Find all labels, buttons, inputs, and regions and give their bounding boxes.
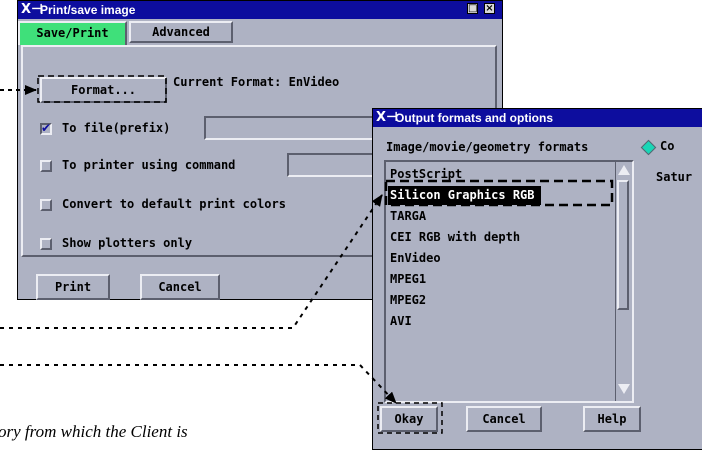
print-button-label: Print (54, 280, 92, 294)
scroll-thumb[interactable] (617, 180, 629, 310)
to-file-label: To file(prefix) (62, 121, 171, 135)
to-printer-label: To printer using command (62, 158, 236, 172)
print-button[interactable]: Print (36, 274, 110, 300)
formats-list[interactable]: PostScript Silicon Graphics RGB TARGA CE… (384, 160, 634, 403)
format-button[interactable]: Format... (40, 77, 167, 103)
scroll-down-arrow-icon[interactable] (618, 384, 630, 394)
window-title: Print/save image (40, 3, 136, 17)
tab-save-print[interactable]: Save/Print (18, 21, 127, 45)
show-plotters-label: Show plotters only (62, 236, 193, 250)
list-item[interactable]: PostScript (390, 165, 462, 184)
tab-advanced-label: Advanced (152, 25, 210, 39)
to-file-checkbox[interactable]: ✔ (40, 121, 52, 135)
formats-list-header: Image/movie/geometry formats (386, 140, 589, 154)
to-printer-checkbox[interactable] (40, 160, 52, 172)
output-formats-titlebar[interactable]: X⊣ Output formats and options (373, 109, 702, 127)
print-cancel-button[interactable]: Cancel (140, 274, 220, 300)
list-item-selected[interactable]: Silicon Graphics RGB (388, 186, 541, 205)
formats-cancel-label: Cancel (482, 412, 526, 426)
okay-button[interactable]: Okay (380, 406, 438, 432)
maximize-button[interactable]: □ (467, 3, 478, 14)
list-item[interactable]: CEI RGB with depth (390, 228, 520, 247)
tab-save-print-label: Save/Print (36, 26, 109, 40)
radio-label-partial: Co (660, 139, 675, 153)
format-button-label: Format... (70, 83, 137, 97)
callout-arrow-okay (0, 364, 397, 404)
close-button[interactable]: × (484, 3, 495, 14)
convert-colors-label: Convert to default print colors (62, 197, 286, 211)
print-cancel-label: Cancel (158, 280, 202, 294)
scroll-up-arrow-icon[interactable] (618, 165, 630, 175)
list-item[interactable]: TARGA (390, 207, 426, 226)
document-caption: ory from which the Client is (0, 422, 188, 441)
formats-cancel-button[interactable]: Cancel (466, 406, 542, 432)
formats-window-title: Output formats and options (395, 111, 553, 125)
to-file-input[interactable] (204, 116, 374, 140)
list-item[interactable]: MPEG1 (390, 270, 426, 289)
list-scrollbar[interactable] (615, 162, 632, 401)
list-item[interactable]: EnVideo (390, 249, 441, 268)
printer-command-input[interactable] (287, 153, 374, 177)
saturation-label-partial: Satur (656, 170, 693, 184)
okay-button-label: Okay (394, 412, 424, 426)
help-button-label: Help (597, 412, 627, 426)
print-save-titlebar[interactable]: X⊣ Print/save image □ × (18, 1, 502, 19)
output-formats-window: X⊣ Output formats and options Image/movi… (372, 108, 702, 450)
radio-diamond-icon[interactable] (640, 139, 657, 156)
list-item[interactable]: MPEG2 (390, 291, 426, 310)
list-item[interactable]: AVI (390, 312, 412, 331)
convert-colors-checkbox[interactable] (40, 199, 52, 211)
tab-advanced[interactable]: Advanced (129, 21, 233, 43)
help-button[interactable]: Help (583, 406, 641, 432)
check-icon: ✔ (41, 121, 52, 135)
current-format-label: Current Format: EnVideo (173, 75, 340, 89)
show-plotters-checkbox[interactable] (40, 238, 52, 250)
